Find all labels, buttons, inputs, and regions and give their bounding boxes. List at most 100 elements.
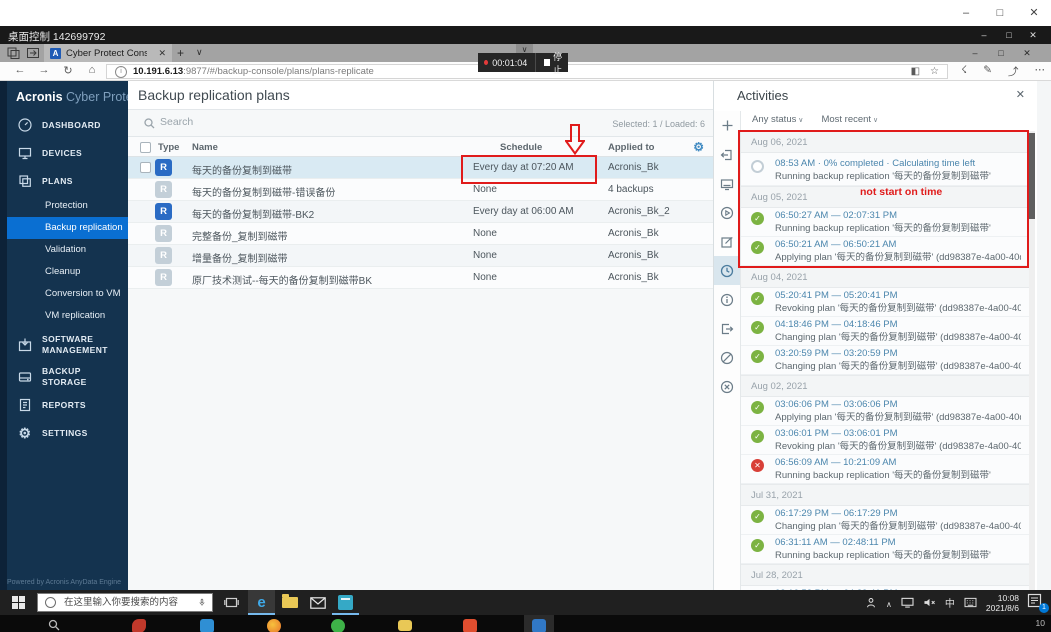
host-app-icon[interactable] (132, 619, 146, 632)
sidebar-item-vm-replication[interactable]: VM replication (0, 305, 128, 327)
table-row[interactable]: R 增量备份_复制到磁带 None Acronis_Bk (128, 245, 713, 267)
taskbar-search-input[interactable] (62, 596, 198, 609)
activity-entry[interactable]: 03:20:59 PM — 03:20:59 PM Changing plan … (741, 346, 1029, 375)
host-folder-icon[interactable] (398, 620, 412, 631)
activity-entry[interactable]: 06:31:11 AM — 02:48:11 PM Running backup… (741, 535, 1029, 564)
remote-maximize-button[interactable] (998, 28, 1020, 42)
activity-entry[interactable]: 06:17:29 PM — 06:17:29 PM Changing plan … (741, 506, 1029, 535)
browser-close-button[interactable] (1015, 46, 1039, 60)
display-icon[interactable] (901, 597, 914, 608)
browser-maximize-button[interactable] (989, 46, 1013, 60)
show-hidden-icons-chevron[interactable] (886, 594, 892, 612)
activity-time-link[interactable]: 08:53 AM · 0% completed · Calculating ti… (775, 158, 1021, 171)
browser-tab[interactable]: A Cyber Protect Console (44, 44, 172, 62)
activity-time-link[interactable]: 04:18:46 PM — 04:18:46 PM (775, 319, 1021, 332)
row-checkbox[interactable] (140, 162, 151, 173)
activities-button[interactable] (714, 256, 740, 285)
remote-minimize-button[interactable] (973, 28, 995, 42)
host-search-icon[interactable] (48, 619, 60, 631)
remote-close-button[interactable] (1022, 28, 1044, 42)
sidebar-item-plans[interactable]: PLANS (0, 167, 128, 195)
restore-button[interactable] (714, 140, 740, 169)
table-row[interactable]: R 每天的备份复制到磁带-错误备份 None 4 backups (128, 179, 713, 201)
sidebar-item-protection[interactable]: Protection (0, 195, 128, 217)
set-tabs-aside-icon[interactable] (7, 47, 21, 59)
activity-entry[interactable]: 05:20:41 PM — 05:20:41 PM Revoking plan … (741, 288, 1029, 317)
browser-minimize-button[interactable] (963, 46, 987, 60)
activity-time-link[interactable]: 03:20:59 PM — 03:20:59 PM (775, 348, 1021, 361)
microphone-icon[interactable] (198, 596, 206, 609)
run-button[interactable] (714, 198, 740, 227)
site-info-icon[interactable] (115, 65, 127, 78)
host-app-icon[interactable] (200, 619, 214, 632)
taskbar-search-box[interactable] (37, 593, 213, 612)
reading-view-icon[interactable]: ◧ (911, 66, 920, 77)
sidebar-item-reports[interactable]: REPORTS (0, 391, 128, 419)
host-minimize-button[interactable] (953, 5, 979, 21)
start-button[interactable] (0, 590, 37, 615)
table-row[interactable]: R 每天的备份复制到磁带-BK2 Every day at 06:00 AM A… (128, 201, 713, 223)
details-button[interactable] (714, 285, 740, 314)
host-close-button[interactable] (1021, 5, 1047, 21)
close-icon[interactable] (1016, 88, 1025, 101)
activity-time-link[interactable]: 06:17:29 PM — 06:17:29 PM (775, 508, 1021, 521)
table-row[interactable]: R 每天的备份复制到磁带 Every day at 07:20 AM Acron… (128, 157, 713, 179)
table-row[interactable]: R 原厂技术测试--每天的备份复制到磁带BK None Acronis_Bk (128, 267, 713, 289)
activity-time-link[interactable]: 03:06:01 PM — 03:06:01 PM (775, 428, 1021, 441)
sort-filter-dropdown[interactable]: Most recent (821, 114, 878, 125)
activity-time-link[interactable]: 06:31:11 AM — 02:48:11 PM (775, 537, 1021, 550)
taskbar-notes-app-icon[interactable] (332, 590, 359, 615)
select-all-checkbox[interactable] (140, 142, 151, 153)
share-icon[interactable]: ⤴ (1008, 64, 1019, 79)
sidebar-item-backup-storage[interactable]: BACKUP STORAGE (0, 363, 128, 391)
forward-icon[interactable]: → (34, 64, 54, 76)
sidebar-item-validation[interactable]: Validation (0, 239, 128, 261)
activity-entry[interactable]: 04:18:46 PM — 04:18:46 PM Changing plan … (741, 317, 1029, 346)
table-settings-gear-icon[interactable] (693, 140, 704, 154)
sidebar-item-settings[interactable]: ⚙ SETTINGS (0, 419, 128, 447)
sidebar-item-software-management[interactable]: SOFTWARE MANAGEMENT (0, 327, 128, 363)
add-button[interactable] (714, 111, 740, 140)
taskbar-clock[interactable]: 10:08 2021/8/6 (986, 593, 1019, 613)
cancel-button[interactable] (714, 372, 740, 401)
tab-list-chevron-icon[interactable] (196, 47, 203, 58)
host-maximize-button[interactable] (987, 5, 1013, 21)
cleanup-button[interactable] (714, 343, 740, 372)
favorite-star-icon[interactable]: ☆ (930, 66, 939, 77)
sidebar-item-dashboard[interactable]: DASHBOARD (0, 111, 128, 139)
taskbar-file-explorer-icon[interactable] (276, 590, 303, 615)
activity-time-link[interactable]: 05:20:41 PM — 05:20:41 PM (775, 290, 1021, 303)
column-applied-to[interactable]: Applied to (608, 142, 654, 153)
touch-keyboard-icon[interactable] (964, 597, 977, 608)
activity-entry[interactable]: 03:06:06 PM — 03:06:06 PM Applying plan … (741, 397, 1029, 426)
device-button[interactable] (714, 169, 740, 198)
activity-time-link[interactable]: 06:56:09 AM — 10:21:09 AM (775, 457, 1021, 470)
status-filter-dropdown[interactable]: Any status (752, 114, 803, 125)
activity-entry[interactable]: 06:50:27 AM — 02:07:31 PM Running backup… (741, 208, 1029, 237)
sidebar-item-backup-replication[interactable]: Backup replication (0, 217, 128, 239)
activity-time-link[interactable]: 03:06:06 PM — 03:06:06 PM (775, 399, 1021, 412)
volume-muted-icon[interactable] (923, 597, 936, 608)
annotate-pen-icon[interactable]: ✎ (983, 64, 992, 79)
activity-time-link[interactable]: 06:50:21 AM — 06:50:21 AM (775, 239, 1021, 252)
taskbar-mail-icon[interactable] (304, 590, 331, 615)
activity-time-link[interactable]: 06:50:27 AM — 02:07:31 PM (775, 210, 1021, 223)
host-firefox-icon[interactable] (267, 619, 281, 632)
home-icon[interactable]: ⌂ (82, 64, 102, 76)
table-row[interactable]: R 完整备份_复制到磁带 None Acronis_Bk (128, 223, 713, 245)
column-type[interactable]: Type (158, 142, 179, 153)
task-view-button[interactable] (222, 594, 240, 611)
activity-entry[interactable]: 08:53 AM · 0% completed · Calculating ti… (741, 153, 1029, 186)
export-button[interactable] (714, 314, 740, 343)
favorites-pin-icon[interactable]: ☇ (961, 64, 967, 79)
column-name[interactable]: Name (192, 142, 218, 153)
host-active-app-slot[interactable] (524, 615, 554, 632)
remote-session-icon[interactable] (865, 597, 877, 609)
taskbar-edge-icon[interactable]: e (248, 590, 275, 615)
edit-button[interactable] (714, 227, 740, 256)
sidebar-item-conversion-to-vm[interactable]: Conversion to VM (0, 283, 128, 305)
action-center-button[interactable]: 1 (1027, 593, 1049, 613)
new-tab-button[interactable] (177, 46, 184, 60)
host-app-icon[interactable] (463, 619, 477, 632)
sidebar-item-cleanup[interactable]: Cleanup (0, 261, 128, 283)
